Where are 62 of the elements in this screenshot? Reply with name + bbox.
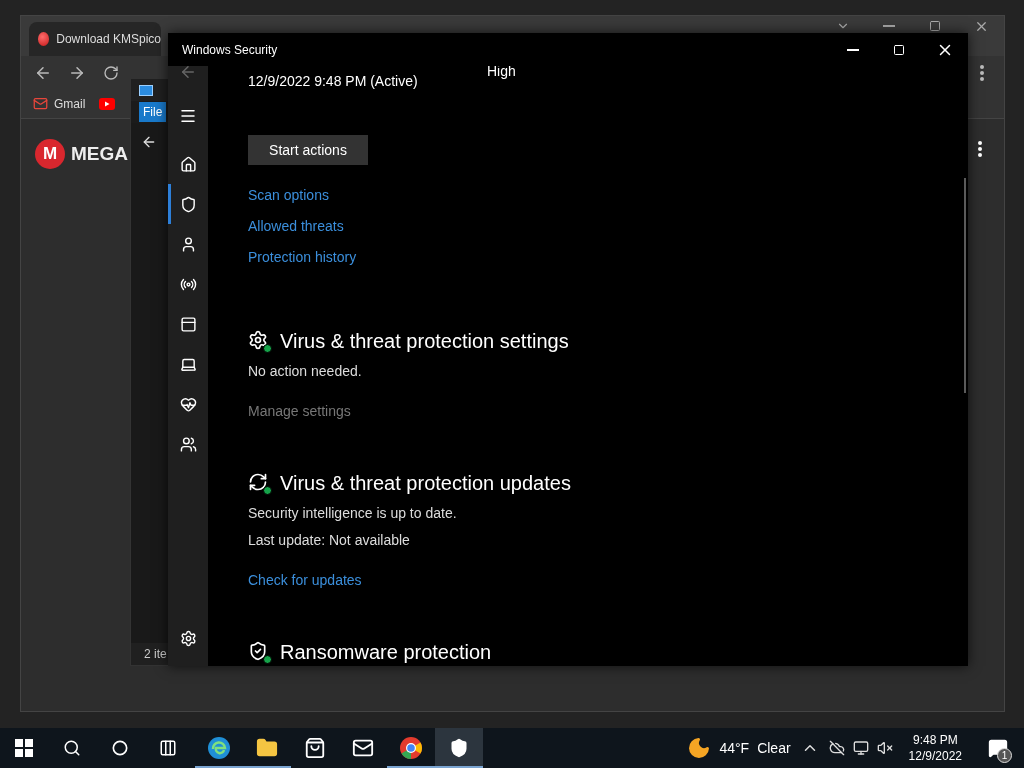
- browser-tab[interactable]: Download KMSpico: [29, 22, 161, 56]
- taskbar-button[interactable]: [435, 728, 483, 768]
- reload-icon: [103, 64, 119, 81]
- clock[interactable]: 9:48 PM 12/9/2022: [900, 732, 970, 764]
- section-heading: Virus & threat protection updates: [280, 471, 571, 495]
- weather-condition: Clear: [757, 740, 791, 756]
- maximize-icon: [893, 43, 905, 56]
- option-link[interactable]: Allowed threats: [248, 216, 357, 236]
- circle-icon: [112, 740, 128, 756]
- shield-check-icon: [248, 641, 270, 663]
- section-heading: Virus & threat protection settings: [280, 329, 569, 353]
- search-icon: [63, 739, 81, 757]
- windows-logo-icon: [15, 739, 33, 757]
- speaker-muted-icon[interactable]: [876, 740, 893, 756]
- shield-icon: [449, 738, 469, 758]
- scrollbar-thumb[interactable]: [964, 178, 966, 393]
- back-icon[interactable]: [141, 134, 157, 150]
- shield-icon: [179, 195, 197, 213]
- bookmark-link[interactable]: Gmail: [33, 96, 86, 111]
- shopping-bag-icon: [304, 737, 326, 759]
- chrome-logo-icon: [399, 736, 423, 760]
- home-icon: [179, 155, 197, 173]
- kebab-icon: [978, 141, 982, 157]
- option-link[interactable]: Protection history: [248, 247, 357, 267]
- threat-severity: High: [487, 66, 516, 81]
- edge-logo-icon: [207, 736, 231, 760]
- favicon-icon: [38, 32, 50, 46]
- moon-icon[interactable]: [687, 736, 712, 760]
- refresh-check-icon: [248, 472, 270, 494]
- temperature-text: 44°F: [719, 740, 750, 756]
- heart-icon: [179, 395, 197, 413]
- notification-count: 1: [997, 748, 1012, 763]
- task-view-icon: [159, 739, 177, 757]
- start-actions-button[interactable]: Start actions: [248, 135, 368, 165]
- gears-check-icon: [248, 330, 270, 352]
- threat-date: 12/9/2022 9:48 PM (Active): [248, 72, 419, 91]
- cloud-off-icon[interactable]: [828, 740, 845, 756]
- play-logo-icon[interactable]: [99, 97, 116, 110]
- window-title: Windows Security: [182, 42, 278, 57]
- logo-text: MEGA: [71, 143, 128, 165]
- logo-mark: M: [35, 139, 65, 169]
- family-icon: [179, 435, 197, 453]
- status-text: Last update: Not available: [248, 531, 411, 550]
- folder-icon: [256, 737, 278, 759]
- status-text: Security intelligence is up to date.: [248, 504, 457, 523]
- section-heading: Ransomware protection: [280, 640, 492, 664]
- envelope-icon: [33, 96, 48, 111]
- notifications-button[interactable]: 1: [978, 730, 1018, 766]
- kebab-icon: [980, 64, 984, 81]
- hamburger-icon: [179, 107, 197, 125]
- envelope-icon: [352, 737, 374, 759]
- minimize-icon: [883, 25, 895, 27]
- section-link[interactable]: Check for updates: [248, 572, 362, 588]
- option-link[interactable]: Scan options: [248, 185, 357, 205]
- window-icon: [179, 315, 197, 333]
- folder-window-icon: [139, 84, 153, 96]
- maximize-icon: [929, 20, 941, 32]
- ribbon-tab[interactable]: File: [139, 102, 167, 122]
- minimize-icon: [847, 48, 859, 51]
- settings-icon: [179, 629, 197, 647]
- status-text: No action needed.: [248, 362, 362, 381]
- network-icon[interactable]: [852, 740, 869, 756]
